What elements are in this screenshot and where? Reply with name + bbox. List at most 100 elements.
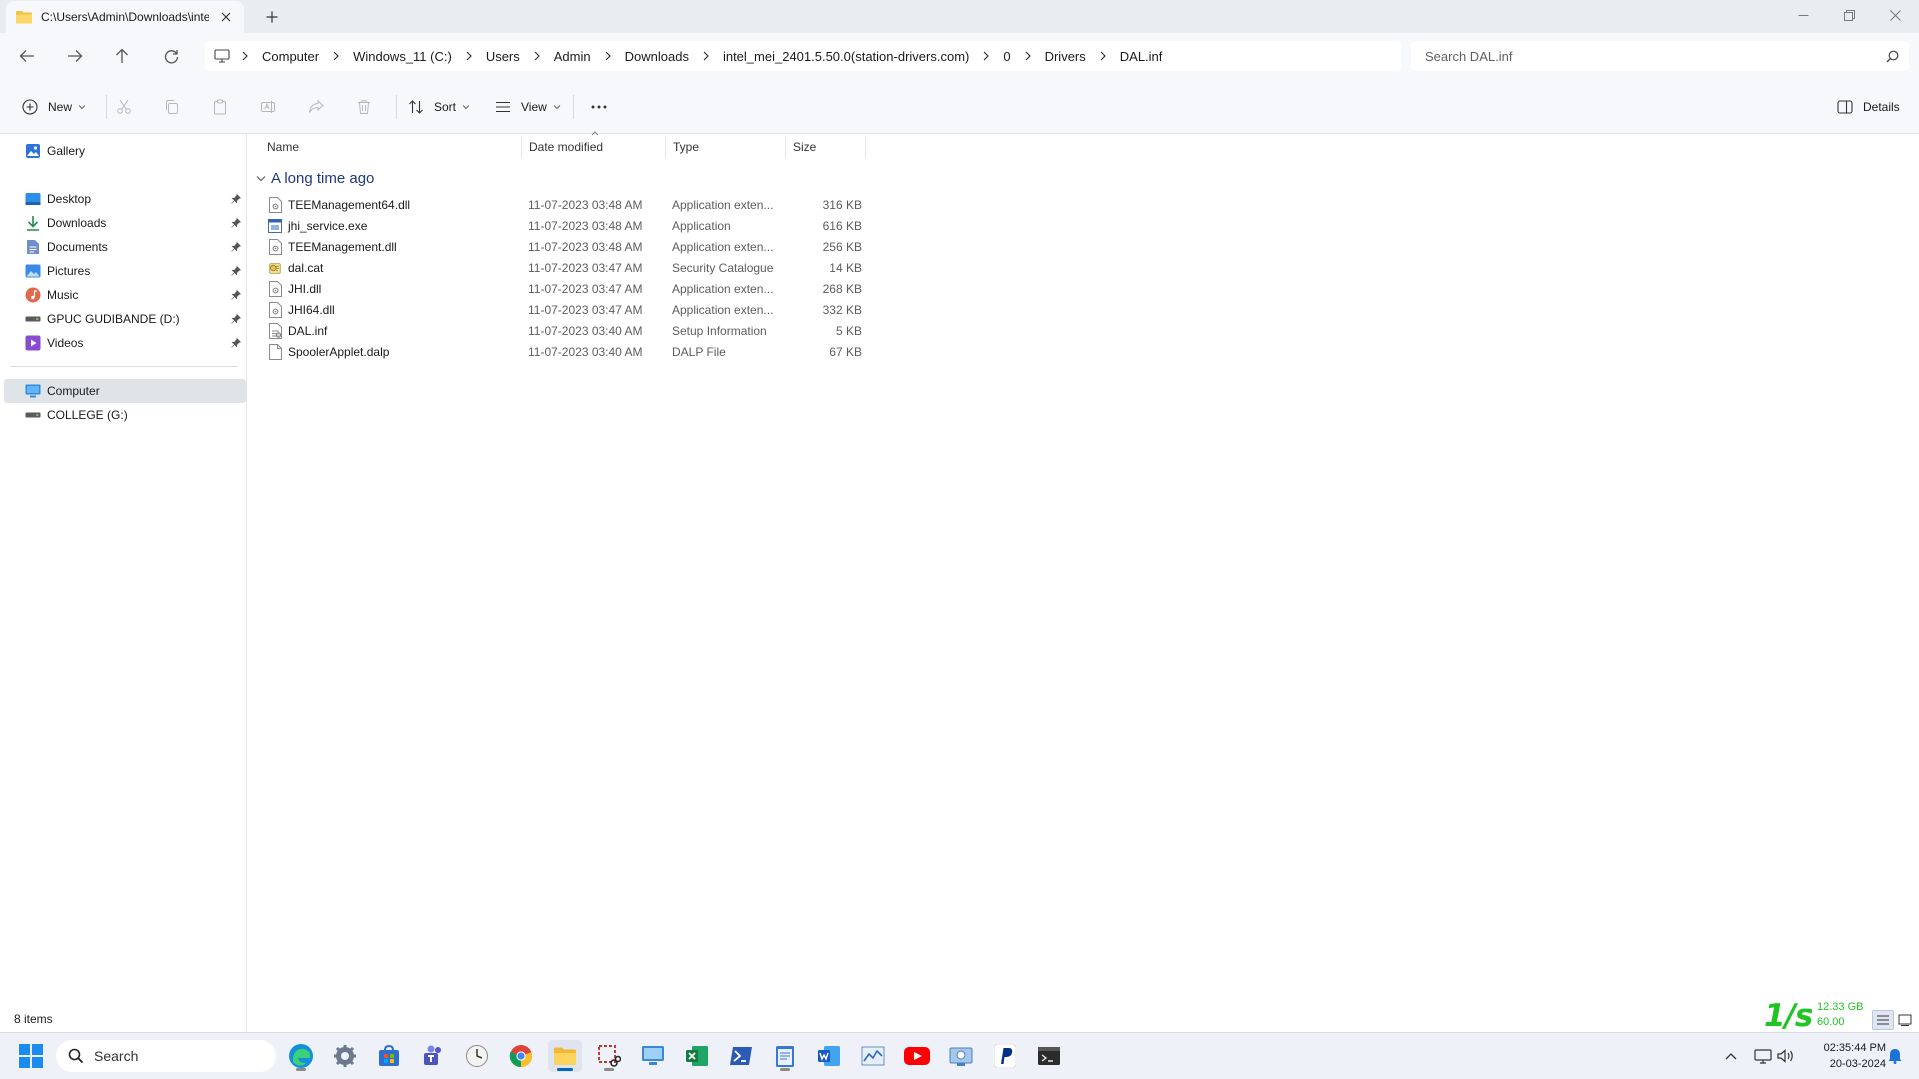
paste-button[interactable] [208, 95, 232, 119]
minimize-button[interactable] [1780, 0, 1826, 30]
sidebar-item-pictures[interactable]: Pictures [4, 259, 246, 283]
breadcrumb-drivers[interactable]: Drivers [1037, 49, 1094, 64]
pin-icon[interactable] [228, 311, 244, 327]
close-tab-icon[interactable] [218, 9, 234, 25]
show-hidden-icons-button[interactable] [1720, 1044, 1742, 1068]
file-row[interactable]: JHI.dll 11-07-2023 03:47 AM Application … [262, 278, 867, 299]
chevron-right-icon[interactable] [977, 51, 995, 61]
file-row[interactable]: jhi_service.exe 11-07-2023 03:48 AM Appl… [262, 215, 867, 236]
tiles-view-toggle[interactable] [1894, 1010, 1916, 1030]
file-row[interactable]: TEEManagement.dll 11-07-2023 03:48 AM Ap… [262, 236, 867, 257]
chevron-right-icon[interactable] [236, 51, 254, 61]
column-header-size[interactable]: Size [786, 136, 866, 158]
file-row[interactable]: JHI64.dll 11-07-2023 03:47 AM Applicatio… [262, 299, 867, 320]
chevron-right-icon[interactable] [1094, 51, 1112, 61]
search-box[interactable] [1411, 41, 1909, 71]
sidebar-item-college-drive[interactable]: COLLEGE (G:) [4, 403, 246, 427]
sidebar-item-documents[interactable]: Documents [4, 235, 246, 259]
up-button[interactable] [107, 42, 137, 70]
search-icon[interactable] [1886, 50, 1899, 63]
taskbar-app-word[interactable] [812, 1040, 846, 1072]
tab-current-folder[interactable]: C:\Users\Admin\Downloads\intel_mei_2401.… [6, 1, 244, 33]
taskbar-search[interactable]: Search [56, 1040, 276, 1072]
file-row[interactable]: SpoolerApplet.dalp 11-07-2023 03:40 AM D… [262, 341, 867, 362]
file-row[interactable]: DAL.inf 11-07-2023 03:40 AM Setup Inform… [262, 320, 867, 341]
details-button[interactable]: Details [1833, 95, 1900, 119]
column-header-type[interactable]: Type [666, 136, 786, 158]
breadcrumb-intel-mei[interactable]: intel_mei_2401.5.50.0(station-drivers.co… [715, 49, 977, 64]
breadcrumb-users[interactable]: Users [478, 49, 528, 64]
group-header[interactable]: A long time ago [256, 168, 374, 188]
pin-icon[interactable] [228, 215, 244, 231]
chevron-right-icon[interactable] [460, 51, 478, 61]
chevron-right-icon[interactable] [1019, 51, 1037, 61]
sidebar-item-music[interactable]: Music [4, 283, 246, 307]
taskbar-app-remote-desktop[interactable] [636, 1040, 670, 1072]
taskbar-app-powershell[interactable] [724, 1040, 758, 1072]
start-button[interactable] [18, 1043, 44, 1069]
taskbar-app-store[interactable] [372, 1040, 406, 1072]
taskbar-app-snipping-tool[interactable] [592, 1040, 626, 1072]
taskbar-app-file-explorer[interactable] [548, 1040, 582, 1072]
pin-icon[interactable] [228, 287, 244, 303]
taskbar-app-chrome[interactable] [504, 1040, 538, 1072]
chevron-right-icon[interactable] [528, 51, 546, 61]
chevron-right-icon[interactable] [697, 51, 715, 61]
chevron-right-icon[interactable] [599, 51, 617, 61]
breadcrumb-drive[interactable]: Windows_11 (C:) [345, 49, 460, 64]
more-options-button[interactable] [587, 95, 611, 119]
pin-icon[interactable] [228, 239, 244, 255]
chevron-down-icon[interactable] [256, 175, 266, 182]
forward-button[interactable] [60, 42, 90, 70]
share-button[interactable] [304, 95, 328, 119]
taskbar-app-control-panel[interactable] [944, 1040, 978, 1072]
chevron-right-icon[interactable] [327, 51, 345, 61]
taskbar-app-clock[interactable] [460, 1040, 494, 1072]
network-icon[interactable] [1752, 1044, 1774, 1068]
new-button[interactable]: New [18, 95, 86, 119]
taskbar-app-settings[interactable] [328, 1040, 362, 1072]
volume-icon[interactable] [1774, 1044, 1796, 1068]
back-button[interactable] [12, 42, 42, 70]
sidebar-item-downloads[interactable]: Downloads [4, 211, 246, 235]
sort-button[interactable]: Sort [404, 95, 470, 119]
sidebar-item-gpuc-drive[interactable]: GPUC GUDIBANDE (D:) [4, 307, 246, 331]
taskbar-clock[interactable]: 02:35:44 PM 20-03-2024 [1796, 1040, 1886, 1072]
column-header-name[interactable]: Name [260, 136, 522, 158]
taskbar-app-notepad[interactable] [768, 1040, 802, 1072]
pin-icon[interactable] [228, 191, 244, 207]
notification-bell-icon[interactable] [1884, 1044, 1906, 1068]
pin-icon[interactable] [228, 263, 244, 279]
new-tab-button[interactable] [260, 5, 284, 29]
sidebar-item-desktop[interactable]: Desktop [4, 187, 246, 211]
copy-button[interactable] [160, 95, 184, 119]
breadcrumb-computer[interactable]: Computer [254, 49, 327, 64]
address-bar[interactable]: Computer Windows_11 (C:) Users Admin Dow… [205, 41, 1401, 71]
taskbar-app-performance[interactable] [856, 1040, 890, 1072]
file-row[interactable]: dal.cat 11-07-2023 03:47 AM Security Cat… [262, 257, 867, 278]
breadcrumb-downloads[interactable]: Downloads [617, 49, 697, 64]
refresh-button[interactable] [156, 42, 186, 70]
taskbar-app-edge[interactable] [284, 1040, 318, 1072]
sidebar-item-computer[interactable]: Computer [4, 379, 246, 403]
column-header-date[interactable]: Date modified [522, 136, 666, 158]
breadcrumb-0[interactable]: 0 [995, 49, 1018, 64]
breadcrumb-admin[interactable]: Admin [546, 49, 599, 64]
file-row[interactable]: TEEManagement64.dll 11-07-2023 03:48 AM … [262, 194, 867, 215]
taskbar-app-command-prompt[interactable] [1032, 1040, 1066, 1072]
taskbar-app-teams[interactable] [416, 1040, 450, 1072]
sidebar-item-gallery[interactable]: Gallery [4, 139, 246, 163]
sidebar-item-videos[interactable]: Videos [4, 331, 246, 355]
taskbar-app-paypal[interactable] [988, 1040, 1022, 1072]
taskbar-app-youtube[interactable] [900, 1040, 934, 1072]
search-input[interactable] [1425, 48, 1886, 64]
delete-button[interactable] [352, 95, 376, 119]
rename-button[interactable] [256, 95, 280, 119]
close-window-button[interactable] [1872, 0, 1918, 30]
pin-icon[interactable] [228, 335, 244, 351]
cut-button[interactable] [112, 95, 136, 119]
taskbar-app-excel[interactable] [680, 1040, 714, 1072]
breadcrumb-dal-inf[interactable]: DAL.inf [1112, 49, 1171, 64]
view-button[interactable]: View [491, 95, 561, 119]
restore-button[interactable] [1826, 0, 1872, 30]
